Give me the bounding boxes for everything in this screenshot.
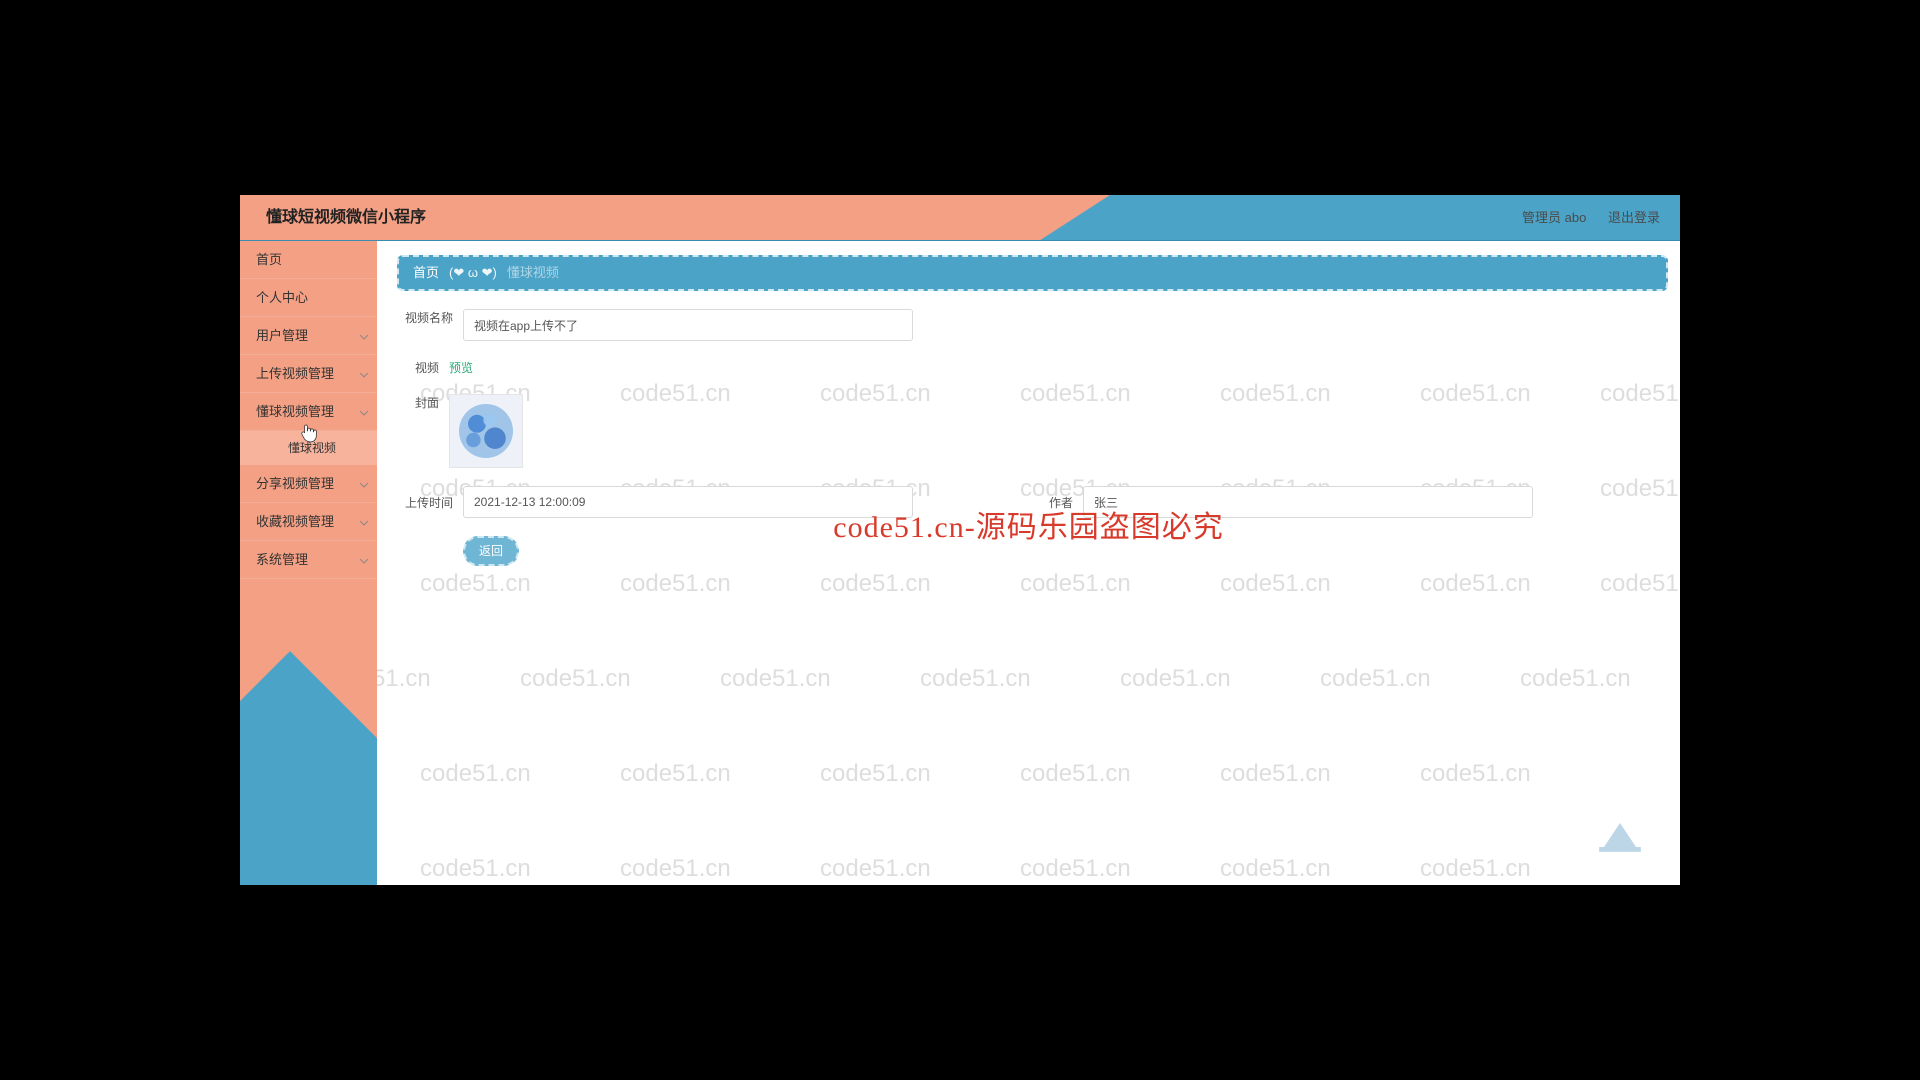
main-content: 首页 (❤ ω ❤) 懂球视频 视频名称 视频 预览 封面 (377, 241, 1680, 885)
preview-link[interactable]: 预览 (449, 359, 473, 376)
row-cover: 封面 (397, 394, 1668, 468)
breadcrumb-current: 懂球视频 (507, 255, 559, 291)
admin-label[interactable]: 管理员 abo (1522, 210, 1586, 225)
header-right: 管理员 abo 退出登录 (1504, 195, 1660, 241)
sidebar-menu: 首页 个人中心 用户管理 上传视频管理 懂球视频管理 (240, 241, 377, 579)
watermark-logo-icon (1596, 815, 1644, 855)
cover-image-icon (450, 395, 522, 467)
breadcrumb: 首页 (❤ ω ❤) 懂球视频 (397, 255, 1668, 291)
input-author[interactable] (1083, 486, 1533, 518)
sidebar-item-label: 首页 (256, 252, 282, 267)
sidebar-subitem-dongqiu-video[interactable]: 懂球视频 (240, 431, 377, 465)
label-video: 视频 (397, 359, 439, 376)
app-title: 懂球短视频微信小程序 (266, 195, 426, 241)
sidebar-item-home[interactable]: 首页 (240, 241, 377, 279)
breadcrumb-face-icon: (❤ ω ❤) (449, 255, 497, 291)
sidebar-item-label: 系统管理 (256, 552, 308, 567)
sidebar-item-fav-video-mgmt[interactable]: 收藏视频管理 (240, 503, 377, 541)
sidebar-corner-accent (240, 651, 377, 885)
label-upload-time: 上传时间 (397, 494, 453, 511)
field-author: 作者 (1033, 486, 1533, 518)
chevron-down-icon (360, 479, 368, 487)
sidebar-item-personal[interactable]: 个人中心 (240, 279, 377, 317)
chevron-down-icon (360, 407, 368, 415)
row-time-author: 上传时间 作者 (397, 486, 1668, 518)
sidebar-item-label: 分享视频管理 (256, 476, 334, 491)
sidebar-item-label: 懂球视频 (288, 441, 336, 455)
chevron-down-icon (360, 369, 368, 377)
detail-form: 视频名称 视频 预览 封面 (397, 309, 1668, 566)
label-author: 作者 (1033, 494, 1073, 511)
sidebar-item-system-mgmt[interactable]: 系统管理 (240, 541, 377, 579)
row-actions: 返回 (397, 536, 1668, 566)
sidebar: 首页 个人中心 用户管理 上传视频管理 懂球视频管理 (240, 241, 377, 885)
logout-link[interactable]: 退出登录 (1608, 210, 1660, 225)
field-upload-time: 上传时间 (397, 486, 913, 518)
sidebar-item-upload-video-mgmt[interactable]: 上传视频管理 (240, 355, 377, 393)
row-video-name: 视频名称 (397, 309, 1668, 341)
input-video-name[interactable] (463, 309, 913, 341)
breadcrumb-home[interactable]: 首页 (413, 255, 439, 291)
sidebar-item-user-mgmt[interactable]: 用户管理 (240, 317, 377, 355)
sidebar-item-label: 收藏视频管理 (256, 514, 334, 529)
app-viewport: code51.cn code51.cn code51.cn code51.cn … (240, 195, 1680, 885)
chevron-down-icon (360, 517, 368, 525)
label-video-name: 视频名称 (397, 309, 453, 326)
chevron-down-icon (360, 555, 368, 563)
sidebar-item-share-video-mgmt[interactable]: 分享视频管理 (240, 465, 377, 503)
sidebar-item-label: 上传视频管理 (256, 366, 334, 381)
input-upload-time[interactable] (463, 486, 913, 518)
header: 懂球短视频微信小程序 管理员 abo 退出登录 (240, 195, 1680, 241)
cover-thumbnail[interactable] (449, 394, 523, 468)
sidebar-item-dongqiu-video-mgmt[interactable]: 懂球视频管理 (240, 393, 377, 431)
sidebar-item-label: 用户管理 (256, 328, 308, 343)
row-video: 视频 预览 (397, 359, 1668, 376)
label-cover: 封面 (397, 394, 439, 411)
body: 首页 个人中心 用户管理 上传视频管理 懂球视频管理 (240, 241, 1680, 885)
sidebar-item-label: 个人中心 (256, 290, 308, 305)
sidebar-item-label: 懂球视频管理 (256, 404, 334, 419)
back-button[interactable]: 返回 (463, 536, 519, 566)
chevron-down-icon (360, 331, 368, 339)
